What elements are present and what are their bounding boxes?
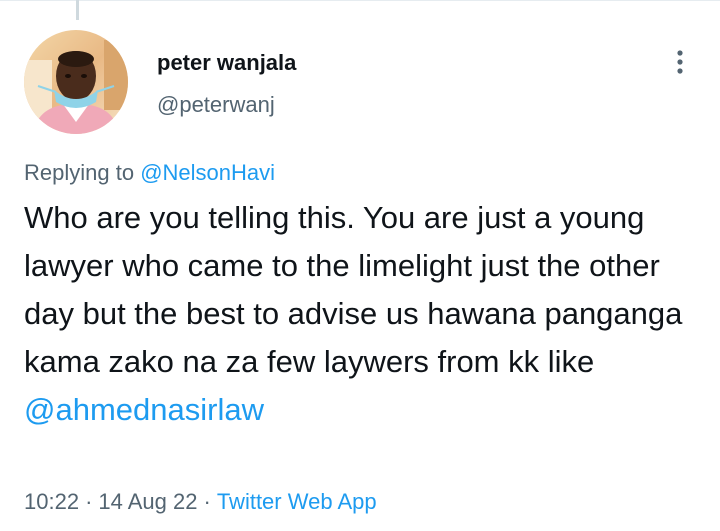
replying-to-line: Replying to @NelsonHavi bbox=[24, 160, 275, 186]
more-options-button[interactable] bbox=[662, 44, 698, 80]
more-vertical-icon bbox=[677, 50, 683, 74]
avatar-photo bbox=[24, 30, 128, 134]
replying-to-label: Replying to bbox=[24, 160, 135, 185]
tweet-body: Who are you telling this. You are just a… bbox=[24, 194, 694, 434]
mention-link[interactable]: @ahmednasirlaw bbox=[24, 386, 694, 434]
thread-connector-line bbox=[76, 0, 79, 20]
avatar[interactable] bbox=[24, 30, 128, 134]
author-display-name[interactable]: peter wanjala bbox=[157, 50, 296, 76]
tweet-time[interactable]: 10:22 bbox=[24, 489, 79, 514]
tweet-source-link[interactable]: Twitter Web App bbox=[217, 489, 377, 514]
top-divider bbox=[0, 0, 720, 1]
reply-to-handle-link[interactable]: @NelsonHavi bbox=[140, 160, 275, 185]
author-handle[interactable]: @peterwanj bbox=[157, 92, 275, 118]
tweet-text: Who are you telling this. You are just a… bbox=[24, 200, 683, 379]
tweet-metadata: 10:22 · 14 Aug 22 · Twitter Web App bbox=[24, 489, 377, 515]
tweet-date[interactable]: 14 Aug 22 bbox=[98, 489, 197, 514]
meta-separator: · bbox=[85, 489, 93, 514]
meta-separator: · bbox=[203, 489, 211, 514]
